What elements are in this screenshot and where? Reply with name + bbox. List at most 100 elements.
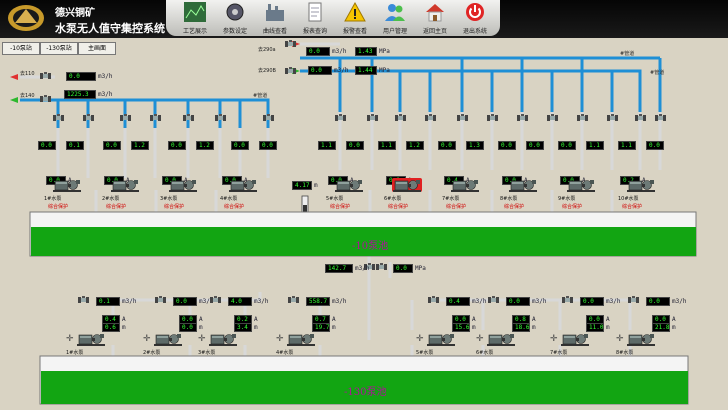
reading-counter: 0.0	[498, 141, 516, 150]
pump[interactable]	[392, 178, 422, 192]
reading-value: 1.2	[134, 142, 145, 149]
pump-status: 综合保护	[446, 204, 467, 210]
branch-valve[interactable]	[547, 114, 558, 122]
branch-valve[interactable]	[487, 114, 498, 122]
reading-counter: 0.0 m3/h	[646, 297, 686, 306]
outlet-valve-110[interactable]	[40, 72, 51, 80]
branch-valve[interactable]	[150, 114, 161, 122]
reading-unit: m3/h	[254, 298, 269, 305]
pump-name: 9#水泵	[558, 196, 576, 202]
pump[interactable]	[560, 332, 590, 346]
pump[interactable]	[110, 178, 140, 192]
branch-valve[interactable]	[210, 296, 221, 304]
reading-value: 1.1	[381, 142, 392, 149]
branch-valve[interactable]	[428, 296, 439, 304]
pump[interactable]	[76, 332, 106, 346]
pump-status: 综合保护	[330, 204, 351, 210]
pressure-counter-290b: 1.44 MPa	[355, 66, 390, 75]
pump-name: 4#水泵	[220, 196, 238, 202]
branch-valve[interactable]	[635, 114, 646, 122]
branch-valve[interactable]	[183, 114, 194, 122]
pump[interactable]	[626, 332, 656, 346]
pump[interactable]	[450, 178, 480, 192]
outlet-valve-290b[interactable]	[285, 67, 296, 75]
branch-valve[interactable]	[215, 114, 226, 122]
pump[interactable]	[228, 178, 258, 192]
reading-value: 21.8	[655, 324, 670, 331]
branch-valve[interactable]	[335, 114, 346, 122]
branch-valve[interactable]	[78, 296, 89, 304]
branch-valve[interactable]	[607, 114, 618, 122]
reading-counter: 0.1 m3/h	[96, 297, 136, 306]
branch-valve[interactable]	[83, 114, 94, 122]
pump[interactable]	[426, 332, 456, 346]
reading-value: 0.8	[515, 316, 526, 323]
branch-valve[interactable]	[488, 296, 499, 304]
reading-value: 0.0	[649, 298, 660, 305]
reading-counter: 0.1	[66, 141, 84, 150]
reading-counter: 0.0 m	[179, 323, 203, 332]
pump-name: 1#水泵	[44, 196, 62, 202]
pump-name: 4#水泵	[276, 350, 294, 356]
branch-valve[interactable]	[53, 114, 64, 122]
branch-valve[interactable]	[395, 114, 406, 122]
outlet-label: 去290B	[258, 68, 276, 74]
outlet-label: 去140	[20, 93, 35, 99]
branch-valve[interactable]	[263, 114, 274, 122]
pump[interactable]	[508, 178, 538, 192]
pump[interactable]	[286, 332, 316, 346]
branch-valve[interactable]	[155, 296, 166, 304]
branch-valve[interactable]	[577, 114, 588, 122]
branch-valve[interactable]	[120, 114, 131, 122]
reading-value: 18.6	[515, 324, 530, 331]
motor-coupling-icon: ✛	[66, 334, 74, 344]
pump[interactable]	[334, 178, 364, 192]
reading-value: 0.4	[449, 298, 460, 305]
pump[interactable]	[566, 178, 596, 192]
reading-value: 0.0	[509, 298, 520, 305]
reading-unit: m	[606, 324, 610, 331]
branch-valve[interactable]	[425, 114, 436, 122]
pump[interactable]	[486, 332, 516, 346]
transfer-valve[interactable]	[376, 263, 387, 271]
pump[interactable]	[52, 178, 82, 192]
pump-name: 6#水泵	[476, 350, 494, 356]
motor-coupling-icon: ✛	[276, 334, 284, 344]
pump[interactable]	[168, 178, 198, 192]
reading-value: 0.0	[262, 142, 273, 149]
reading-value: 1.2	[409, 142, 420, 149]
reading-counter: 1.1	[618, 141, 636, 150]
pipe-label: #管道	[650, 70, 665, 76]
branch-valve[interactable]	[367, 114, 378, 122]
reading-unit: A	[606, 316, 610, 323]
reading-counter: 0.0	[526, 141, 544, 150]
pump[interactable]	[153, 332, 183, 346]
reading-unit: m	[672, 324, 676, 331]
reading-counter: 18.6 m	[512, 323, 536, 332]
reading-unit: m	[199, 324, 203, 331]
branch-valve[interactable]	[562, 296, 573, 304]
reading-unit: A	[254, 316, 258, 323]
reading-value: 0.0	[41, 142, 52, 149]
reading-counter: 15.6 m	[452, 323, 476, 332]
motor-coupling-icon: ✛	[416, 334, 424, 344]
reading-counter: 1.3	[466, 141, 484, 150]
pump[interactable]	[626, 178, 656, 192]
pool-minus10-label: -10泵池	[352, 241, 389, 252]
reading-counter: 0.0	[38, 141, 56, 150]
pump[interactable]	[208, 332, 238, 346]
outlet-valve-140[interactable]	[40, 95, 51, 103]
branch-valve[interactable]	[628, 296, 639, 304]
outlet-valve-290a[interactable]	[285, 40, 296, 48]
reading-value: 0.0	[501, 142, 512, 149]
branch-valve[interactable]	[457, 114, 468, 122]
branch-valve[interactable]	[288, 296, 299, 304]
reading-counter: 558.7 m3/h	[306, 297, 346, 306]
reading-counter: 0.0	[438, 141, 456, 150]
reading-unit: m3/h	[532, 298, 547, 305]
branch-valve[interactable]	[655, 114, 666, 122]
pump-name: 7#水泵	[550, 350, 568, 356]
reading-unit: A	[472, 316, 476, 323]
pump-status: 综合保护	[48, 204, 69, 210]
branch-valve[interactable]	[517, 114, 528, 122]
